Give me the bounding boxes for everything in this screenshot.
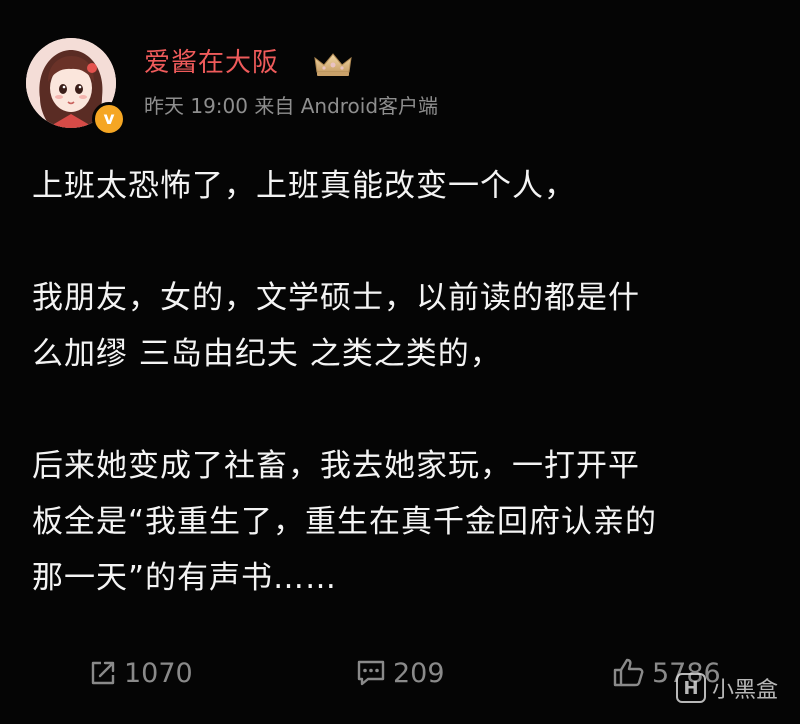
paragraph-3: 后来她变成了社畜，我去她家玩，一打开平 板全是“我重生了，重生在真千金回府认亲的… <box>32 448 658 596</box>
watermark-text: 小黑盒 <box>712 678 779 703</box>
thumbs-up-icon <box>613 658 644 687</box>
post-meta: 昨天 19:00 来自 Android客户端 <box>144 92 438 120</box>
paragraph-2: 我朋友，女的，文学硕士，以前读的都是什 么加缪 三岛由纪夫 之类之类的， <box>32 280 640 372</box>
share-button[interactable]: 1070 <box>88 648 193 698</box>
post-source[interactable]: 来自 Android客户端 <box>254 94 438 118</box>
author-name[interactable]: 爱酱在大阪 <box>144 46 279 80</box>
watermark: H 小黑盒 <box>676 672 778 704</box>
weibo-post: v 爱酱在大阪 昨天 19:00 来自 Android客户端 上班太恐怖了，上班… <box>0 0 800 724</box>
share-count: 1070 <box>124 657 193 689</box>
post-content: 上班太恐怖了，上班真能改变一个人， 我朋友，女的，文学硕士，以前读的都是什 么加… <box>32 158 772 606</box>
post-time: 昨天 19:00 <box>144 94 248 118</box>
crown-icon[interactable] <box>312 50 354 78</box>
xiaoheihe-logo-icon: H <box>676 673 706 703</box>
comment-count: 209 <box>393 657 445 689</box>
share-icon <box>91 661 115 685</box>
verified-v-icon: v <box>92 102 126 136</box>
paragraph-1: 上班太恐怖了，上班真能改变一个人， <box>32 168 576 204</box>
author-avatar-container[interactable]: v <box>26 38 126 136</box>
comment-icon <box>357 660 385 686</box>
comment-button[interactable]: 209 <box>355 648 445 698</box>
